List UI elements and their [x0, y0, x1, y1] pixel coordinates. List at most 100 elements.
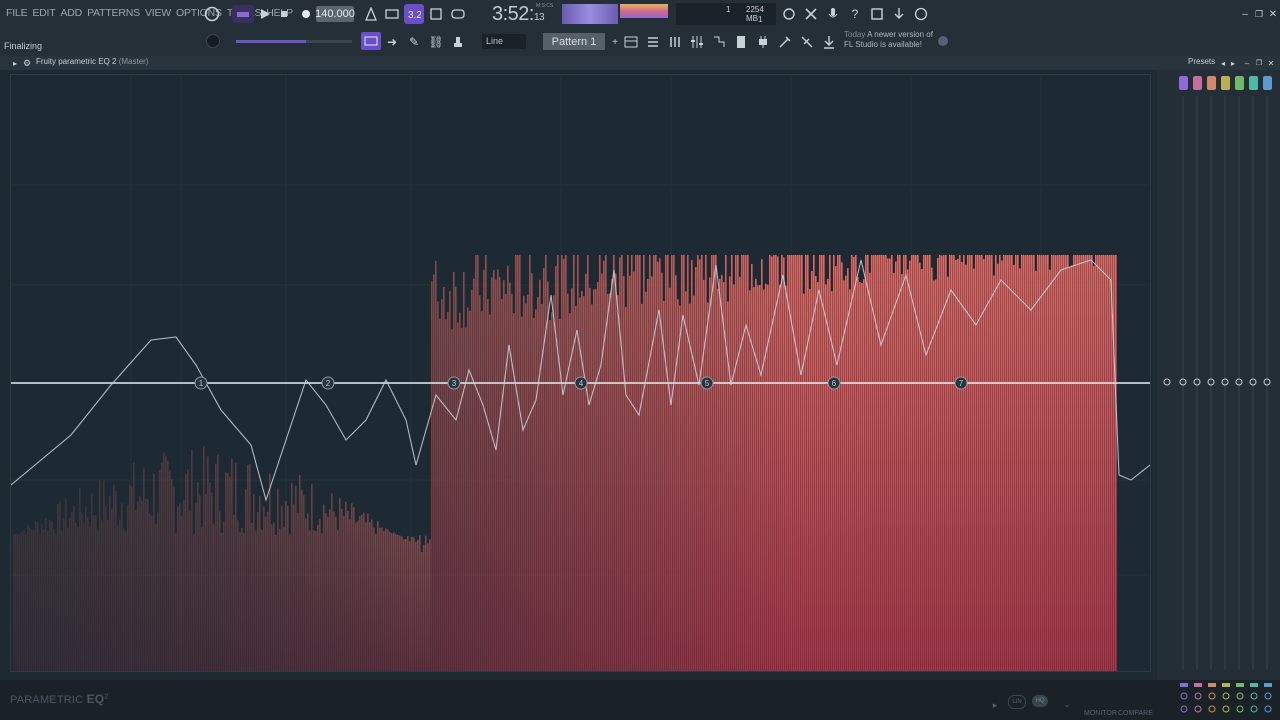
step-edit-icon[interactable] — [427, 5, 445, 23]
menu-add[interactable]: ADD — [61, 7, 83, 19]
menu-file[interactable]: FILE — [6, 7, 28, 19]
eq-display[interactable]: 1 2 3 4 5 6 7 — [10, 74, 1151, 672]
eq-node-label: 4 — [579, 379, 584, 388]
gear-icon[interactable]: ⚙ — [18, 54, 36, 72]
cpu-value-1: 1 — [726, 5, 731, 14]
download-icon[interactable] — [820, 33, 838, 51]
menu-view[interactable]: VIEW — [145, 7, 171, 19]
pattern-song-toggle[interactable] — [232, 5, 254, 23]
plugin-footer: PARAMETRIC EQ2 ▸ LIN HQ ⌄ MONITOR COMPAR… — [0, 680, 1280, 720]
stamp-icon[interactable] — [449, 33, 467, 51]
typing-keyboard-icon[interactable] — [361, 32, 381, 50]
save-icon[interactable] — [868, 5, 886, 23]
pattern-selector[interactable]: Pattern 1 — [543, 33, 605, 50]
band-shape-button[interactable] — [1180, 692, 1188, 700]
image-line-logo-icon[interactable] — [934, 32, 952, 50]
band-slope-button[interactable] — [1208, 705, 1216, 713]
hint-bar: Finalizing — [4, 41, 43, 51]
play-button[interactable] — [256, 5, 274, 23]
main-toolbar: FILE EDIT ADD PATTERNS VIEW OPTIONS TOOL… — [0, 0, 1280, 57]
piano-roll-icon[interactable] — [666, 33, 684, 51]
play-preview-icon[interactable]: ▸ — [986, 696, 1004, 714]
chevron-down-icon[interactable]: ⌄ — [1058, 695, 1076, 713]
band-slope-button[interactable] — [1222, 705, 1230, 713]
countdown-icon[interactable]: 3.2 — [404, 4, 424, 24]
band-type-button[interactable] — [1180, 683, 1188, 687]
band-shape-buttons[interactable] — [1150, 680, 1280, 720]
band-shape-button[interactable] — [1222, 692, 1230, 700]
monitor-label[interactable]: MONITOR — [1084, 710, 1117, 717]
presets-button[interactable]: Presets — [1188, 57, 1215, 66]
channel-rack-icon[interactable] — [644, 33, 662, 51]
menu-patterns[interactable]: PATTERNS — [87, 7, 140, 19]
band-type-button[interactable] — [1250, 683, 1258, 687]
master-pitch-slider[interactable] — [236, 40, 352, 43]
band-slope-button[interactable] — [1180, 705, 1188, 713]
project-icon[interactable] — [732, 33, 750, 51]
help-icon[interactable]: ? — [846, 5, 864, 23]
eq-node-label: 2 — [326, 379, 331, 388]
band-type-button[interactable] — [1236, 683, 1244, 687]
eq-graph[interactable]: 1 2 3 4 5 6 7 — [10, 75, 1151, 672]
mixer-icon[interactable] — [688, 33, 706, 51]
eq-node-6[interactable]: 6 — [827, 376, 841, 390]
refresh-icon[interactable] — [780, 5, 798, 23]
eq-node-label: 6 — [832, 379, 837, 388]
chat-icon[interactable] — [912, 5, 930, 23]
eq-node-label: 1 — [199, 379, 204, 388]
news-panel[interactable]: Today A newer version of FL Studio is av… — [844, 30, 940, 50]
close-icon[interactable]: ✕ — [1264, 5, 1280, 23]
band-shape-button[interactable] — [1194, 692, 1202, 700]
record-button[interactable] — [297, 5, 315, 23]
edison-icon[interactable] — [798, 33, 816, 51]
band-slope-button[interactable] — [1250, 705, 1258, 713]
band-shape-button[interactable] — [1264, 692, 1272, 700]
render-icon[interactable] — [890, 5, 908, 23]
tempo-tapper-icon[interactable] — [776, 33, 794, 51]
stop-button[interactable] — [275, 5, 293, 23]
pencil-icon[interactable]: ✎ — [405, 33, 423, 51]
eq-node-2[interactable]: 2 — [321, 376, 335, 390]
band-shape-button[interactable] — [1208, 692, 1216, 700]
eq-node-3[interactable]: 3 — [447, 376, 461, 390]
band-type-button[interactable] — [1194, 683, 1202, 687]
band-type-button[interactable] — [1208, 683, 1216, 687]
arrow-right-icon[interactable]: ➜ — [383, 33, 401, 51]
plugin-title-bar: ▸ ⚙ Fruity parametric EQ 2 (Master) Pres… — [0, 56, 1280, 70]
cpu-value-2: 1 — [758, 15, 763, 24]
eq-node-1[interactable]: 1 — [194, 376, 208, 390]
link-icon[interactable]: ⛓ — [427, 33, 445, 51]
menu-edit[interactable]: EDIT — [32, 7, 55, 19]
band-shape-button[interactable] — [1236, 692, 1244, 700]
cpu-memory-panel: 1 2254 MB 1 — [676, 3, 776, 25]
band-type-button[interactable] — [1222, 683, 1230, 687]
playlist-icon[interactable] — [622, 33, 640, 51]
eq-node-label: 5 — [705, 379, 710, 388]
band-type-button[interactable] — [1264, 683, 1272, 687]
eq-node-4[interactable]: 4 — [574, 376, 588, 390]
wait-input-icon[interactable] — [383, 5, 401, 23]
plugin-icon[interactable] — [754, 33, 772, 51]
loop-record-icon[interactable] — [449, 5, 467, 23]
plugin-name: Fruity parametric EQ 2 — [36, 57, 117, 66]
band-shape-button[interactable] — [1250, 692, 1258, 700]
pitch-knob-icon[interactable] — [204, 32, 222, 50]
linear-phase-toggle[interactable]: LIN — [1008, 695, 1026, 709]
band-gain-sliders[interactable] — [1157, 70, 1280, 680]
panic-icon[interactable] — [802, 5, 820, 23]
master-volume-knob-icon[interactable] — [203, 5, 221, 23]
metronome-icon[interactable] — [362, 5, 380, 23]
microphone-icon[interactable] — [824, 5, 842, 23]
band-slope-button[interactable] — [1194, 705, 1202, 713]
main-gain-handle[interactable] — [1163, 378, 1171, 386]
eq-node-5[interactable]: 5 — [700, 376, 714, 390]
compare-label[interactable]: COMPARE — [1118, 710, 1153, 717]
hq-toggle[interactable]: HQ — [1032, 695, 1048, 707]
snap-selector[interactable]: Line — [482, 34, 526, 49]
band-slope-button[interactable] — [1236, 705, 1244, 713]
svg-text:3.2: 3.2 — [408, 10, 421, 21]
eq-node-7[interactable]: 7 — [954, 376, 968, 390]
band-slope-button[interactable] — [1264, 705, 1272, 713]
browser-icon[interactable] — [710, 33, 728, 51]
tempo-display[interactable]: 140.000 — [315, 6, 355, 22]
